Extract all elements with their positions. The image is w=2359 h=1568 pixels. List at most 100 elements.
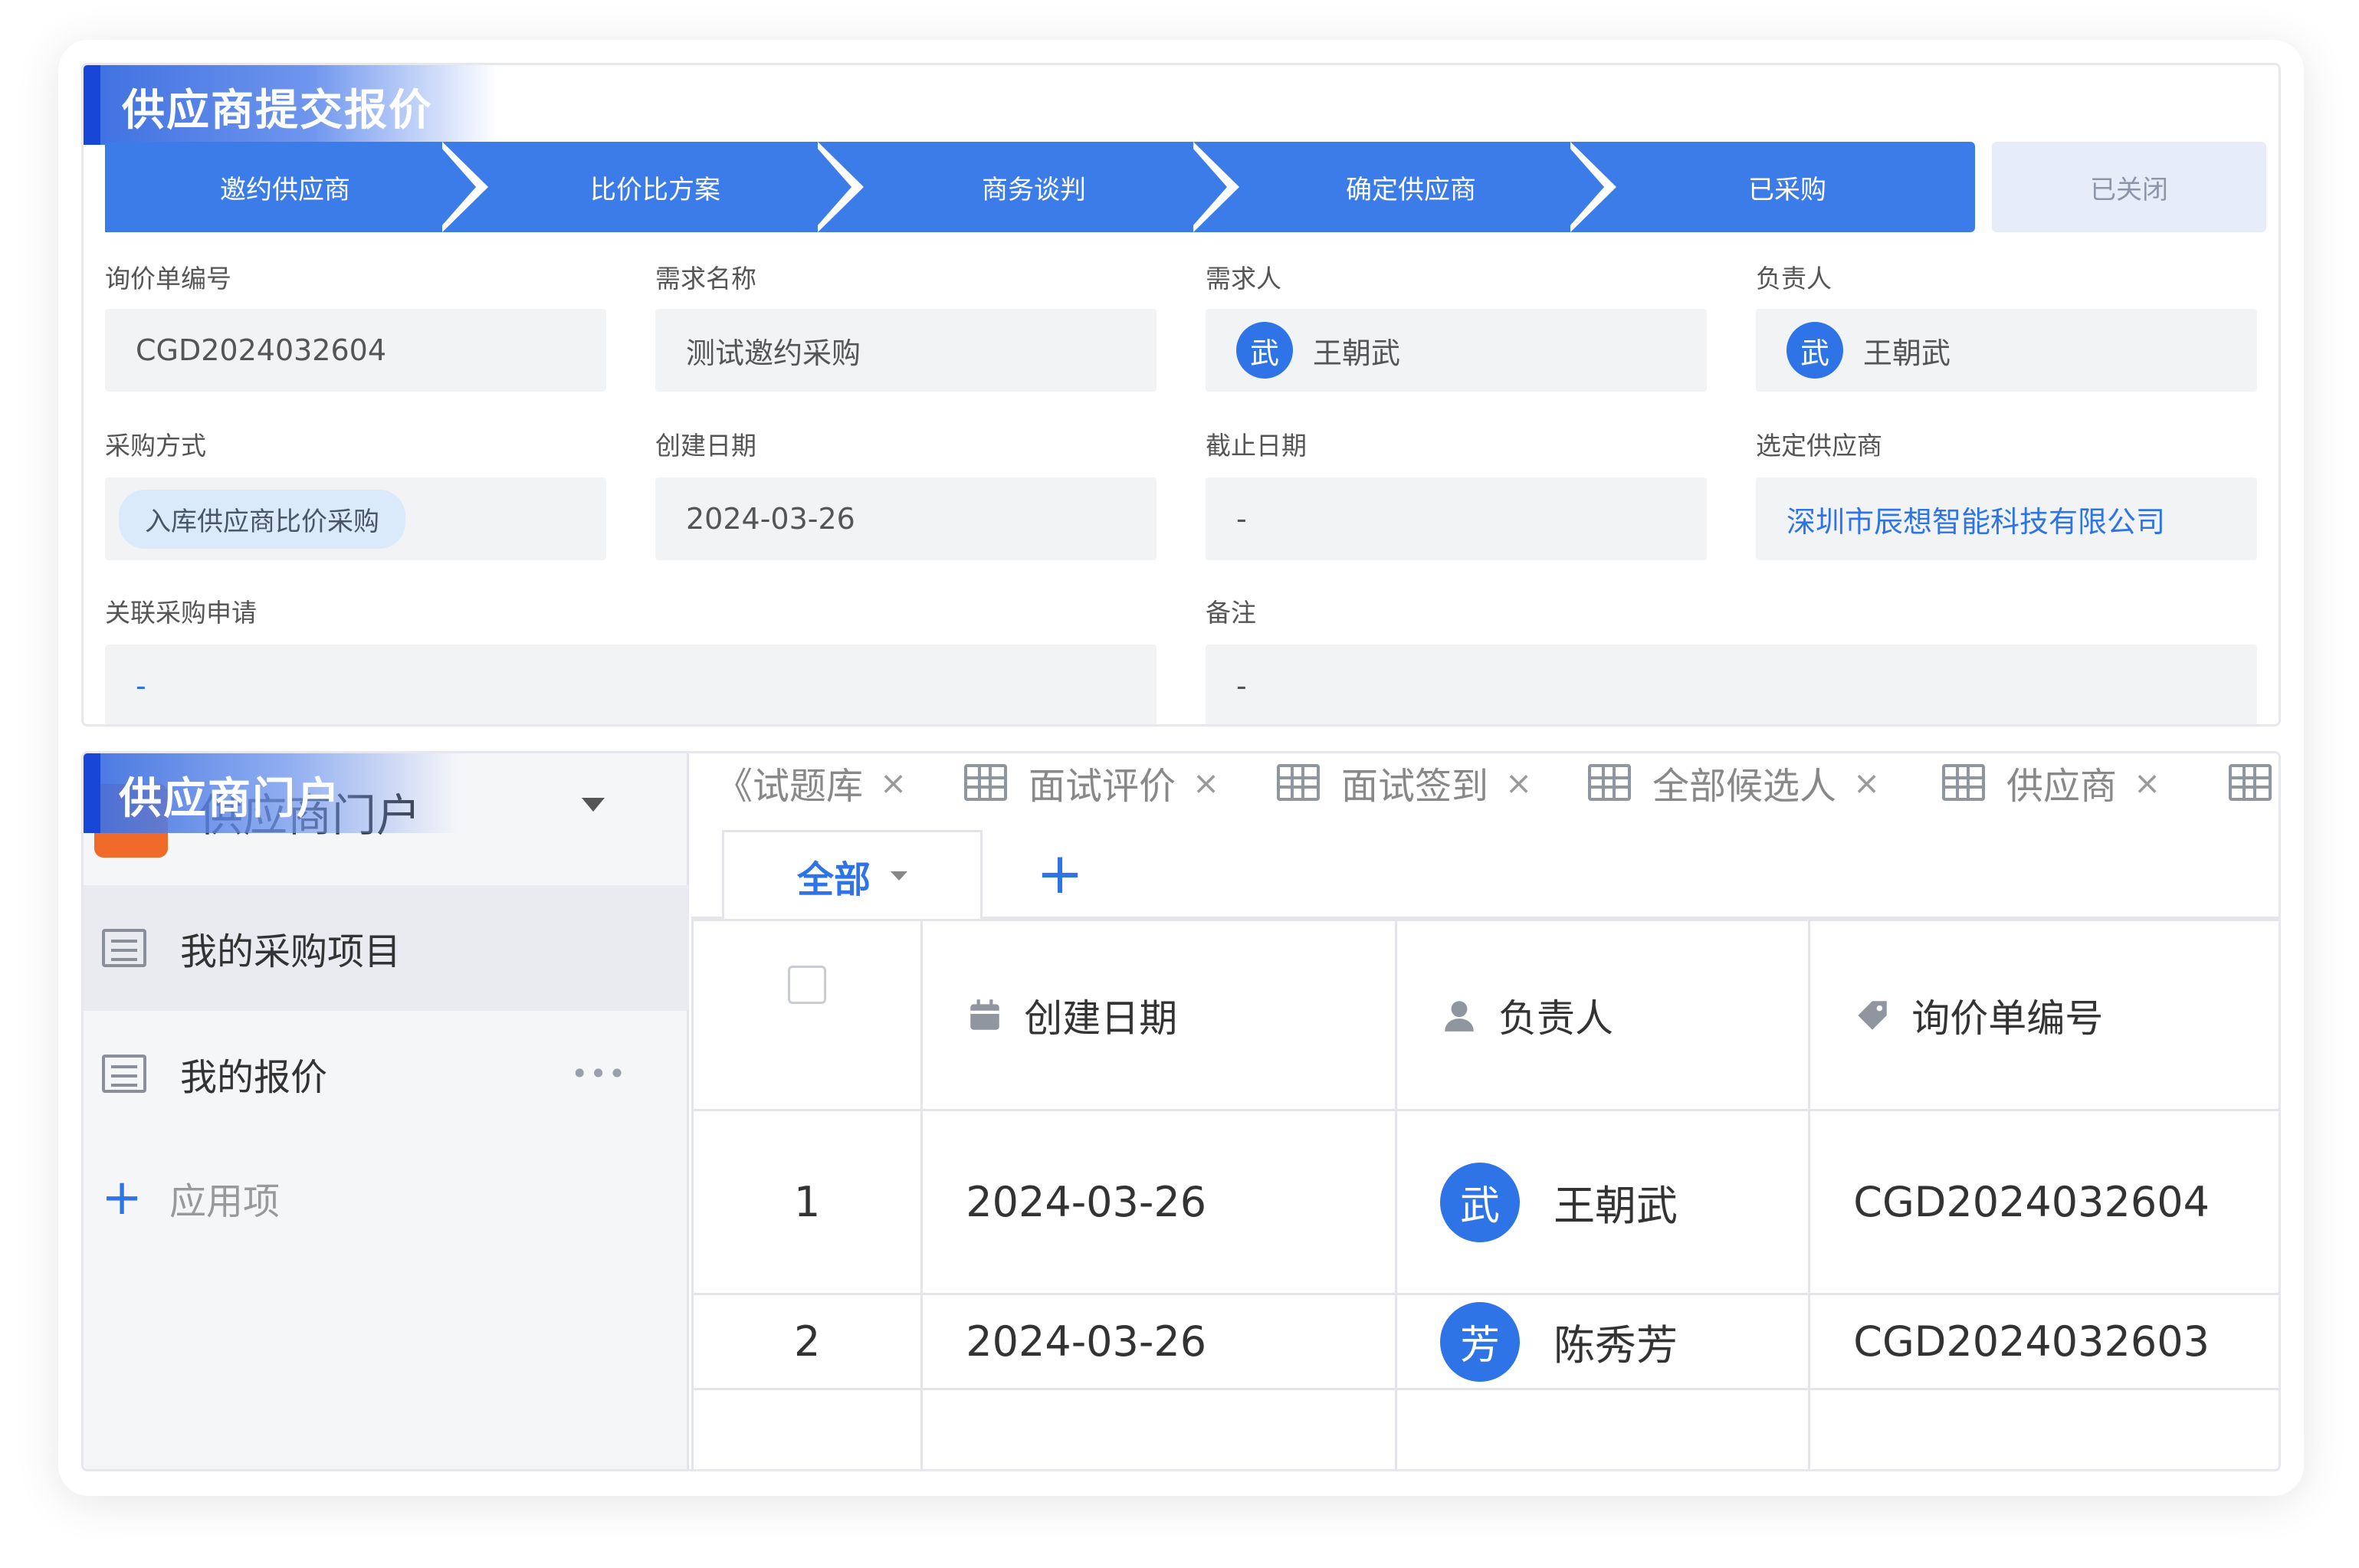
close-icon[interactable]: × xyxy=(2134,764,2161,802)
section-tag-bar xyxy=(84,65,100,145)
table-header-row: 创建日期 负责人 询价单编号 xyxy=(691,919,2279,1111)
row-index: 2 xyxy=(691,1293,924,1390)
created-date-cell: 2024-03-26 xyxy=(920,1109,1398,1295)
sidebar-item-label: 我的报价 xyxy=(180,1056,328,1099)
tab-all-candidates[interactable]: 全部候选人 × xyxy=(1588,753,1880,812)
tab-question-bank[interactable]: 《试题库 × xyxy=(716,753,907,812)
step-arrow xyxy=(1564,142,1604,232)
step-compare-prices[interactable]: 比价比方案 xyxy=(465,142,845,232)
table-row-empty[interactable] xyxy=(691,1388,2279,1469)
remark-label: 备注 xyxy=(1206,598,1256,628)
step-invite-supplier[interactable]: 邀约供应商 xyxy=(105,142,465,232)
owner-label: 负责人 xyxy=(1756,264,1832,294)
row-index: 1 xyxy=(691,1109,924,1295)
step-label: 比价比方案 xyxy=(590,174,720,205)
plus-icon: + xyxy=(101,1169,143,1226)
demand-name-field[interactable]: 测试邀约采购 xyxy=(655,309,1157,392)
tab-interview-signin[interactable]: 面试签到 × xyxy=(1277,753,1532,812)
tab-label: 面试签到 xyxy=(1341,765,1489,808)
tab-overflow[interactable] xyxy=(2229,753,2279,812)
step-arrow xyxy=(436,142,476,232)
sidebar-item-my-quotes[interactable]: 我的报价 ••• xyxy=(84,1011,689,1137)
related-request-value[interactable]: - xyxy=(136,669,146,703)
owner-field[interactable]: 武 王朝武 xyxy=(1756,309,2257,392)
step-purchased[interactable]: 已采购 xyxy=(1599,142,1975,232)
selected-supplier-link[interactable]: 深圳市辰想智能科技有限公司 xyxy=(1786,498,2165,540)
inquiry-no-cell: CGD2024032604 xyxy=(1808,1109,2279,1295)
deadline-label: 截止日期 xyxy=(1206,431,1307,461)
tab-bar: 《试题库 × 面试评价 × 面试签到 × 全部候选人 × 供应商 × xyxy=(691,753,2279,812)
owner-cell: 芳 陈秀芳 xyxy=(1395,1293,1811,1390)
selected-supplier-field[interactable]: 深圳市辰想智能科技有限公司 xyxy=(1756,477,2257,560)
close-icon[interactable]: × xyxy=(1193,764,1219,802)
inquiry-no-value: CGD2024032604 xyxy=(136,333,387,367)
supplier-portal-panel: 供应商门户 供应商门户 我的采购项目 我的报价 ••• + 应用项 《试题库 × xyxy=(81,751,2281,1471)
tab-label: 面试评价 xyxy=(1029,765,1176,808)
empty-cell xyxy=(920,1388,1398,1469)
calendar-icon xyxy=(970,999,1000,1030)
table-icon xyxy=(1942,764,1985,801)
quotation-detail-panel: 供应商提交报价 邀约供应商 比价比方案 商务谈判 确定供应商 已采购 已关闭 询… xyxy=(81,63,2281,727)
empty-cell xyxy=(1395,1388,1811,1469)
created-date-field[interactable]: 2024-03-26 xyxy=(655,477,1157,560)
method-field[interactable]: 入库供应商比价采购 xyxy=(105,477,606,560)
tab-label: 供应商 xyxy=(2006,765,2118,808)
owner-cell: 武 王朝武 xyxy=(1395,1109,1811,1295)
select-all-header xyxy=(691,919,924,1111)
deadline-value: - xyxy=(1236,502,1247,536)
avatar: 武 xyxy=(1440,1162,1521,1242)
close-icon[interactable]: × xyxy=(880,764,907,802)
section-tag-label: 供应商提交报价 xyxy=(122,86,433,136)
tab-suppliers[interactable]: 供应商 × xyxy=(1942,753,2161,812)
table-row[interactable]: 1 2024-03-26 武 王朝武 CGD2024032604 xyxy=(691,1109,2279,1295)
close-icon[interactable]: × xyxy=(1853,764,1880,802)
caret-down-icon[interactable] xyxy=(891,871,907,881)
remark-field[interactable]: - xyxy=(1206,645,2257,724)
inquiry-no-column-header[interactable]: 询价单编号 xyxy=(1808,919,2279,1111)
column-label: 负责人 xyxy=(1498,996,1614,1041)
sidebar: 供应商门户 供应商门户 我的采购项目 我的报价 ••• + 应用项 xyxy=(84,753,689,1469)
inquiry-no-label: 询价单编号 xyxy=(105,264,231,294)
tag-icon xyxy=(1858,1000,1887,1030)
close-icon[interactable]: × xyxy=(1505,764,1532,802)
requester-label: 需求人 xyxy=(1206,264,1281,294)
avatar: 武 xyxy=(1236,322,1293,379)
related-request-field[interactable]: - xyxy=(105,645,1157,724)
column-label: 创建日期 xyxy=(1024,996,1178,1041)
empty-cell xyxy=(691,1388,924,1469)
progress-steps: 邀约供应商 比价比方案 商务谈判 确定供应商 已采购 已关闭 xyxy=(105,142,2266,232)
step-label: 已关闭 xyxy=(2090,174,2168,205)
tab-interview-evaluation[interactable]: 面试评价 × xyxy=(964,753,1219,812)
inquiry-no-field[interactable]: CGD2024032604 xyxy=(105,309,606,392)
step-closed[interactable]: 已关闭 xyxy=(1992,142,2266,232)
table-icon xyxy=(2229,764,2272,801)
owner-column-header[interactable]: 负责人 xyxy=(1395,919,1811,1111)
empty-cell xyxy=(1808,1388,2279,1469)
requester-field[interactable]: 武 王朝武 xyxy=(1206,309,1707,392)
step-confirm-supplier[interactable]: 确定供应商 xyxy=(1222,142,1599,232)
owner-value: 王朝武 xyxy=(1863,336,1951,370)
table-icon xyxy=(964,764,1007,801)
created-date-value: 2024-03-26 xyxy=(686,502,855,536)
view-all-tab[interactable]: 全部 xyxy=(722,830,983,919)
sidebar-item-my-projects[interactable]: 我的采购项目 xyxy=(84,885,689,1011)
created-date-column-header[interactable]: 创建日期 xyxy=(920,919,1398,1111)
step-label: 确定供应商 xyxy=(1346,174,1476,205)
step-label: 商务谈判 xyxy=(982,174,1086,205)
deadline-field[interactable]: - xyxy=(1206,477,1707,560)
add-app-item-button[interactable]: + 应用项 xyxy=(91,1160,280,1236)
step-negotiation[interactable]: 商务谈判 xyxy=(845,142,1222,232)
requester-value: 王朝武 xyxy=(1313,336,1401,370)
step-label: 已采购 xyxy=(1748,174,1826,205)
select-all-checkbox[interactable] xyxy=(788,965,827,1004)
section-tag: 供应商门户 xyxy=(84,753,459,833)
more-icon[interactable]: ••• xyxy=(571,1057,627,1091)
tab-label: 全部候选人 xyxy=(1652,765,1837,808)
add-view-button[interactable]: + xyxy=(1036,841,1084,907)
table-icon xyxy=(1588,764,1631,801)
chevron-down-icon[interactable] xyxy=(582,798,605,812)
table-row[interactable]: 2 2024-03-26 芳 陈秀芳 CGD2024032603 xyxy=(691,1293,2279,1390)
avatar: 武 xyxy=(1786,322,1843,379)
table-icon xyxy=(1277,764,1320,801)
inquiry-no-cell: CGD2024032603 xyxy=(1808,1293,2279,1390)
